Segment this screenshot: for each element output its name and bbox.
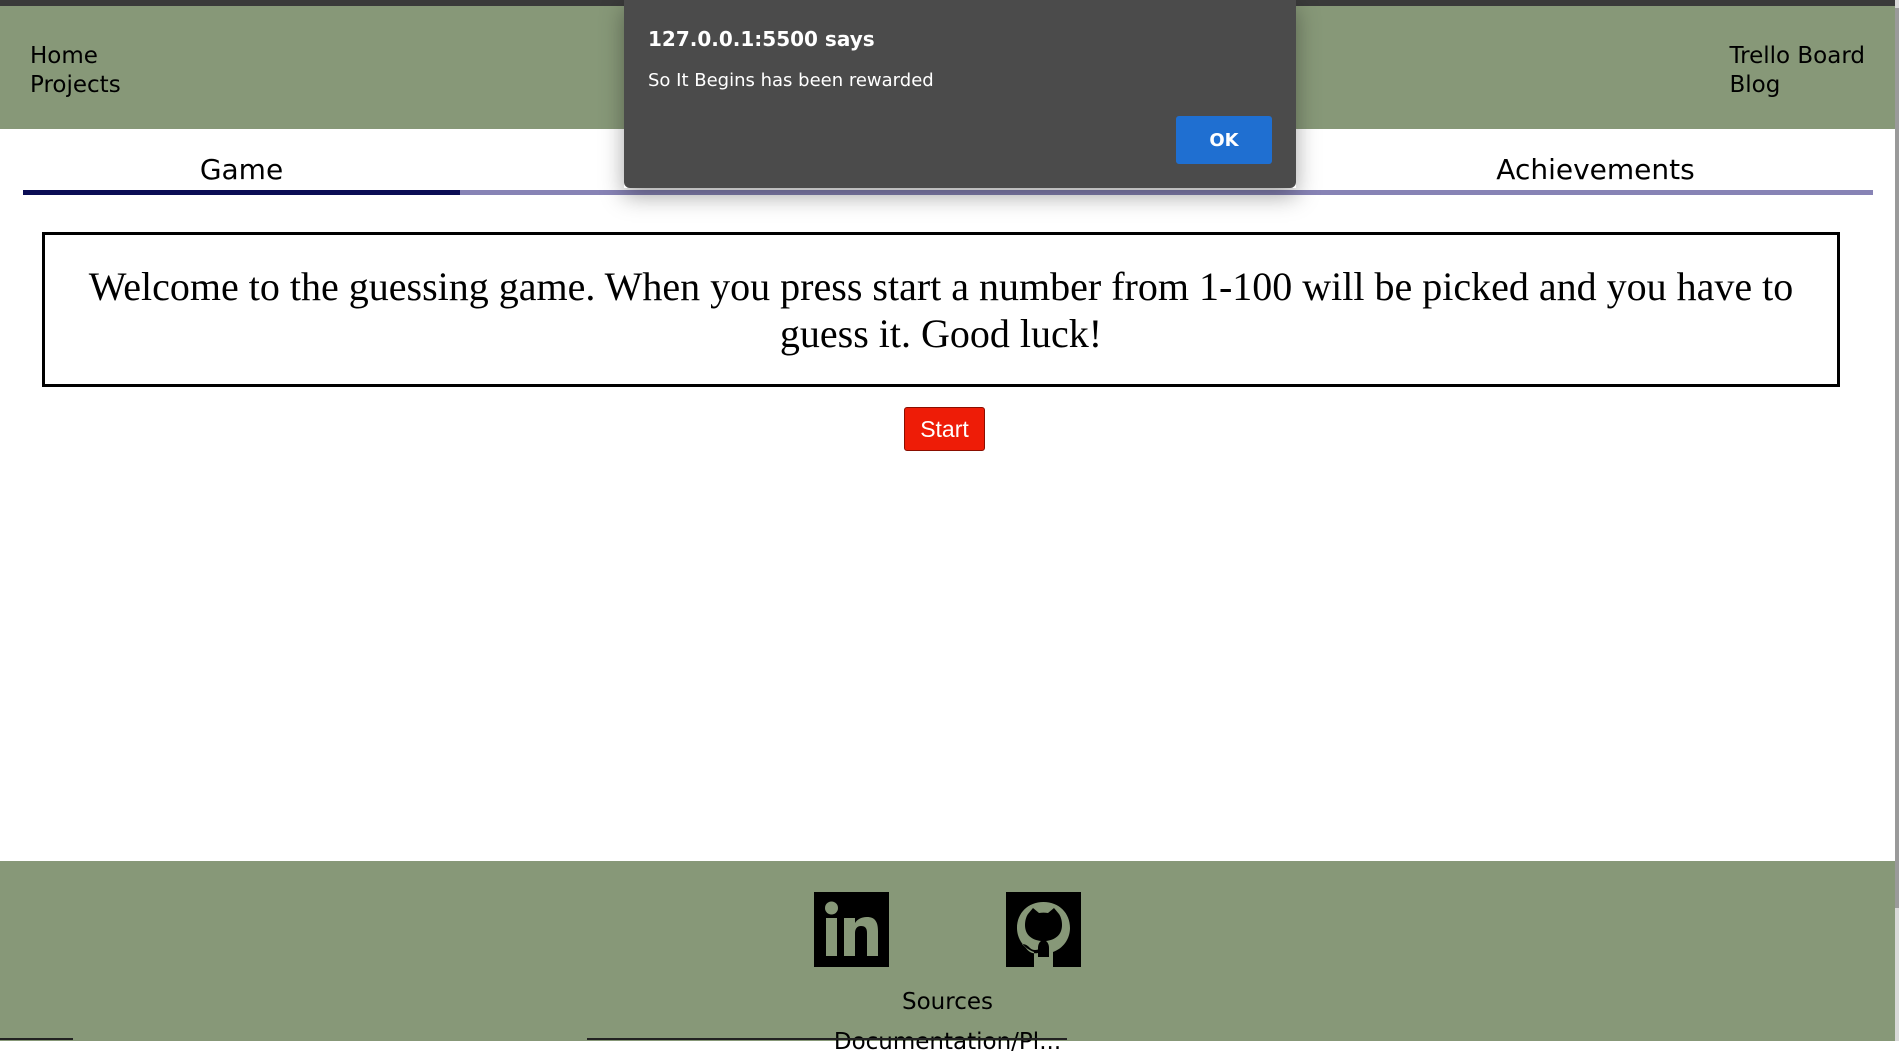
welcome-box: Welcome to the guessing game. When you p… xyxy=(42,232,1840,387)
scrollbar-thumb[interactable] xyxy=(1895,8,1899,908)
tab-achievements-label: Achievements xyxy=(1496,153,1695,186)
tab-3-underline xyxy=(889,190,1318,195)
nav-projects-link[interactable]: Projects xyxy=(30,71,121,100)
alert-dialog: 127.0.0.1:5500 says So It Begins has bee… xyxy=(624,0,1296,188)
tab-achievements-underline xyxy=(1318,190,1873,195)
nav-blog-link[interactable]: Blog xyxy=(1729,71,1865,100)
page-scrollbar[interactable] xyxy=(1895,0,1899,1041)
documentation-link[interactable]: Documentation/Pl... xyxy=(0,1029,1895,1055)
nav-right: Trello Board Blog xyxy=(1729,42,1865,100)
footer-divider-center xyxy=(587,1038,1067,1040)
tab-achievements[interactable]: Achievements xyxy=(1318,150,1873,195)
welcome-text: Welcome to the guessing game. When you p… xyxy=(88,263,1794,356)
nav-trello-board-link[interactable]: Trello Board xyxy=(1729,42,1865,71)
tab-game-label: Game xyxy=(199,153,284,186)
dialog-ok-button[interactable]: OK xyxy=(1176,116,1272,164)
nav-left: Home Projects xyxy=(30,42,121,100)
tab-2-underline xyxy=(460,190,889,195)
linkedin-icon[interactable] xyxy=(814,892,889,967)
tab-game[interactable]: Game xyxy=(23,150,460,195)
start-button[interactable]: Start xyxy=(904,407,985,451)
dialog-message: So It Begins has been rewarded xyxy=(648,70,934,91)
tab-game-underline xyxy=(23,190,460,195)
github-icon[interactable] xyxy=(1006,892,1081,967)
site-footer: Sources Documentation/Pl... xyxy=(0,861,1895,1055)
footer-divider-left xyxy=(0,1038,73,1040)
dialog-title: 127.0.0.1:5500 says xyxy=(648,27,875,51)
sources-link[interactable]: Sources xyxy=(0,989,1895,1015)
nav-home-link[interactable]: Home xyxy=(30,42,121,71)
